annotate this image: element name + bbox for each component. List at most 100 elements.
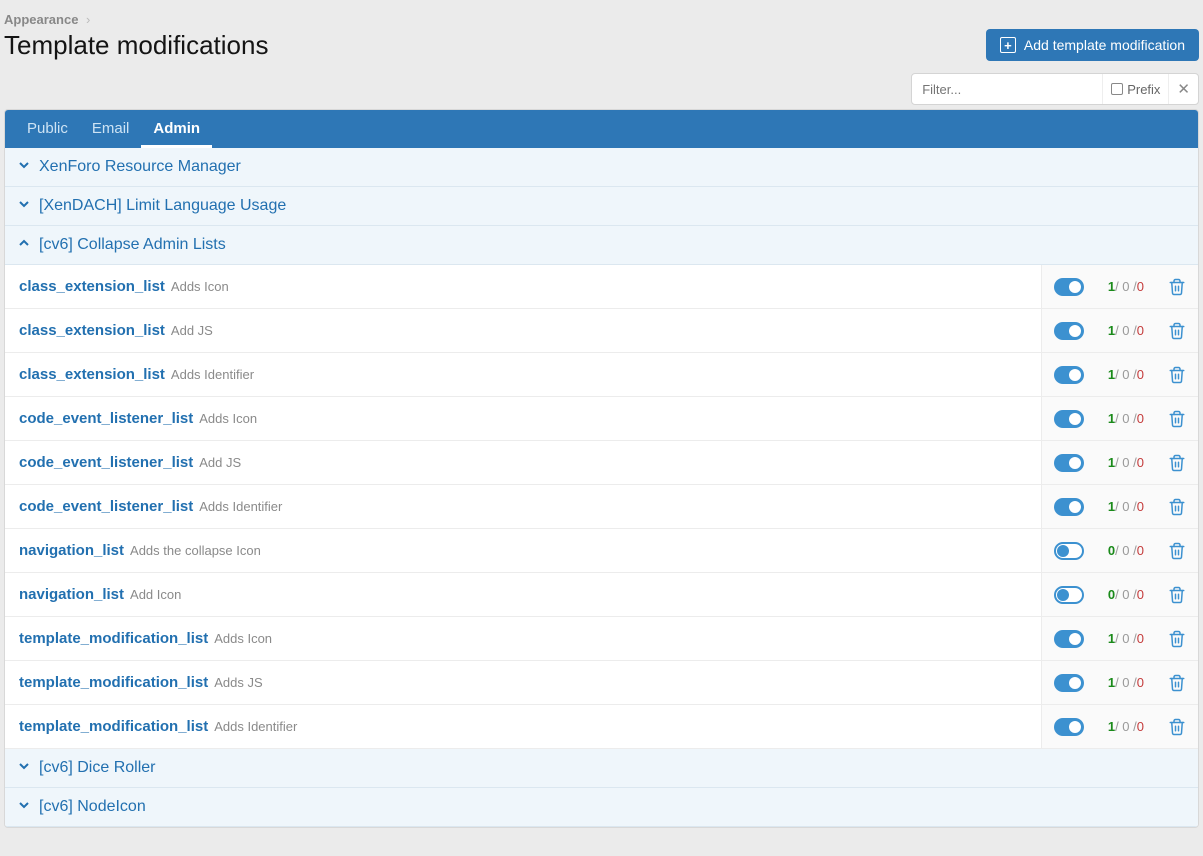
- template-mod-link[interactable]: code_event_listener_listAdds Icon: [5, 397, 1041, 440]
- template-desc: Add JS: [171, 323, 213, 338]
- apply-stats: 1 / 0 / 0: [1096, 265, 1156, 308]
- row-controls: 1 / 0 / 0: [1041, 617, 1198, 660]
- template-name: template_modification_list: [19, 674, 208, 691]
- enable-toggle[interactable]: [1054, 322, 1084, 340]
- table-row: template_modification_listAdds Identifie…: [5, 705, 1198, 749]
- row-controls: 1 / 0 / 0: [1041, 309, 1198, 352]
- enable-toggle[interactable]: [1054, 366, 1084, 384]
- trash-icon: [1168, 718, 1186, 736]
- enable-toggle[interactable]: [1054, 630, 1084, 648]
- template-desc: Adds Icon: [214, 631, 272, 646]
- trash-icon: [1168, 586, 1186, 604]
- enable-toggle[interactable]: [1054, 278, 1084, 296]
- delete-button[interactable]: [1156, 617, 1198, 660]
- section-header[interactable]: [cv6] Dice Roller: [5, 749, 1198, 788]
- template-desc: Add Icon: [130, 587, 181, 602]
- enable-toggle[interactable]: [1054, 454, 1084, 472]
- chevron-up-icon: [17, 236, 31, 254]
- delete-button[interactable]: [1156, 705, 1198, 748]
- filter-clear-button[interactable]: ✕: [1168, 74, 1198, 104]
- chevron-down-icon: [17, 197, 31, 215]
- delete-button[interactable]: [1156, 265, 1198, 308]
- table-row: code_event_listener_listAdds Icon 1 / 0 /…: [5, 397, 1198, 441]
- add-template-modification-button[interactable]: + Add template modification: [986, 29, 1199, 61]
- template-desc: Adds Identifier: [199, 499, 282, 514]
- template-desc: Adds Identifier: [214, 719, 297, 734]
- template-desc: Adds Icon: [171, 279, 229, 294]
- delete-button[interactable]: [1156, 397, 1198, 440]
- section-title: XenForo Resource Manager: [39, 158, 241, 176]
- template-mod-link[interactable]: template_modification_list Adds JS: [5, 661, 1041, 704]
- template-mod-link[interactable]: code_event_listener_listAdd JS: [5, 441, 1041, 484]
- delete-button[interactable]: [1156, 573, 1198, 616]
- row-controls: 1 / 0 / 0: [1041, 265, 1198, 308]
- section-title: [cv6] NodeIcon: [39, 798, 146, 816]
- delete-button[interactable]: [1156, 309, 1198, 352]
- trash-icon: [1168, 410, 1186, 428]
- delete-button[interactable]: [1156, 485, 1198, 528]
- template-mod-link[interactable]: class_extension_listAdds Icon: [5, 265, 1041, 308]
- checkbox-icon: [1111, 83, 1123, 95]
- apply-stats: 1 / 0 / 0: [1096, 309, 1156, 352]
- template-name: code_event_listener_list: [19, 498, 193, 515]
- table-row: class_extension_list Add JS 1 / 0 / 0: [5, 309, 1198, 353]
- trash-icon: [1168, 322, 1186, 340]
- table-row: class_extension_listAdds Icon 1 / 0 / 0: [5, 265, 1198, 309]
- enable-toggle[interactable]: [1054, 498, 1084, 516]
- template-mod-link[interactable]: template_modification_list Adds Icon: [5, 617, 1041, 660]
- delete-button[interactable]: [1156, 529, 1198, 572]
- section-header[interactable]: [cv6] Collapse Admin Lists: [5, 226, 1198, 265]
- apply-stats: 0 / 0 / 0: [1096, 573, 1156, 616]
- template-mod-link[interactable]: class_extension_listAdds Identifier: [5, 353, 1041, 396]
- section-header[interactable]: XenForo Resource Manager: [5, 148, 1198, 187]
- row-controls: 0 / 0 / 0: [1041, 529, 1198, 572]
- table-row: navigation_listAdd Icon 0 / 0 / 0: [5, 573, 1198, 617]
- template-mod-link[interactable]: navigation_listAdd Icon: [5, 573, 1041, 616]
- row-controls: 1 / 0 / 0: [1041, 441, 1198, 484]
- template-mod-link[interactable]: class_extension_list Add JS: [5, 309, 1041, 352]
- template-desc: Adds the collapse Icon: [130, 543, 261, 558]
- enable-toggle[interactable]: [1054, 410, 1084, 428]
- apply-stats: 1 / 0 / 0: [1096, 617, 1156, 660]
- table-row: template_modification_list Adds Icon 1 / 0…: [5, 617, 1198, 661]
- chevron-down-icon: [17, 158, 31, 176]
- filter-prefix-toggle[interactable]: Prefix: [1102, 74, 1168, 104]
- enable-toggle[interactable]: [1054, 586, 1084, 604]
- enable-toggle[interactable]: [1054, 674, 1084, 692]
- chevron-down-icon: [17, 759, 31, 777]
- breadcrumb[interactable]: Appearance ›: [4, 8, 1199, 29]
- section-title: [cv6] Collapse Admin Lists: [39, 236, 226, 254]
- template-mod-link[interactable]: code_event_listener_list Adds Identifier: [5, 485, 1041, 528]
- template-mod-link[interactable]: template_modification_listAdds Identifie…: [5, 705, 1041, 748]
- section-header[interactable]: [XenDACH] Limit Language Usage: [5, 187, 1198, 226]
- table-row: code_event_listener_listAdd JS1 / 0 / 0: [5, 441, 1198, 485]
- filter-prefix-label: Prefix: [1127, 82, 1160, 97]
- delete-button[interactable]: [1156, 441, 1198, 484]
- delete-button[interactable]: [1156, 661, 1198, 704]
- template-name: class_extension_list: [19, 322, 165, 339]
- template-name: template_modification_list: [19, 630, 208, 647]
- template-name: class_extension_list: [19, 366, 165, 383]
- tab-admin[interactable]: Admin: [141, 110, 212, 148]
- trash-icon: [1168, 278, 1186, 296]
- template-mod-panel: PublicEmailAdmin XenForo Resource Manage…: [4, 109, 1199, 828]
- trash-icon: [1168, 366, 1186, 384]
- close-icon: ✕: [1177, 80, 1190, 98]
- trash-icon: [1168, 674, 1186, 692]
- template-desc: Adds JS: [214, 675, 262, 690]
- template-mod-link[interactable]: navigation_listAdds the collapse Icon: [5, 529, 1041, 572]
- row-controls: 1 / 0 / 0: [1041, 705, 1198, 748]
- trash-icon: [1168, 454, 1186, 472]
- tab-email[interactable]: Email: [80, 110, 142, 148]
- filter-input[interactable]: [912, 76, 1102, 103]
- tab-bar: PublicEmailAdmin: [5, 110, 1198, 148]
- apply-stats: 1 / 0 / 0: [1096, 397, 1156, 440]
- section-title: [cv6] Dice Roller: [39, 759, 155, 777]
- delete-button[interactable]: [1156, 353, 1198, 396]
- enable-toggle[interactable]: [1054, 718, 1084, 736]
- enable-toggle[interactable]: [1054, 542, 1084, 560]
- template-name: code_event_listener_list: [19, 410, 193, 427]
- section-header[interactable]: [cv6] NodeIcon: [5, 788, 1198, 827]
- breadcrumb-item[interactable]: Appearance: [4, 12, 78, 27]
- tab-public[interactable]: Public: [15, 110, 80, 148]
